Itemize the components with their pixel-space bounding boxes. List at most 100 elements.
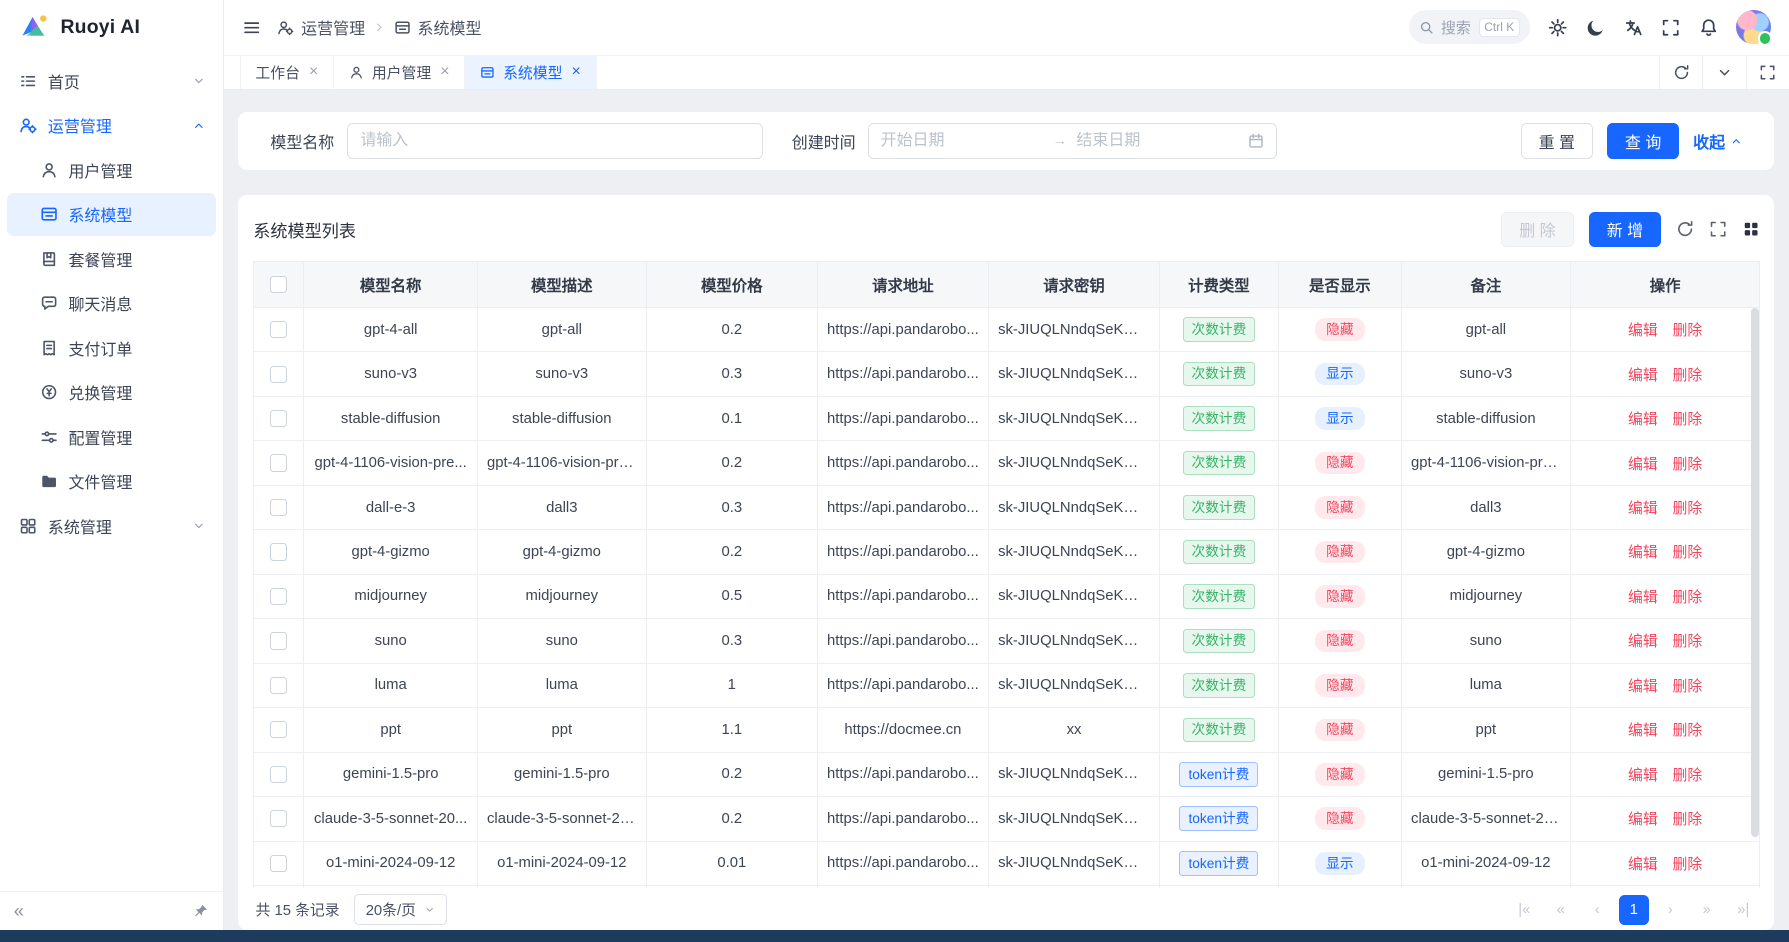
sidebar-item-home[interactable]: 首页 — [7, 59, 216, 102]
close-icon[interactable]: × — [440, 64, 449, 80]
notification-bell-icon[interactable] — [1699, 18, 1718, 37]
delete-link[interactable]: 删除 — [1673, 412, 1703, 428]
sidebar-item-system-model[interactable]: 系统模型 — [7, 193, 216, 236]
add-button[interactable]: 新 增 — [1589, 212, 1662, 247]
delete-link[interactable]: 删除 — [1673, 590, 1703, 606]
sidebar-item-config-management[interactable]: 配置管理 — [7, 415, 216, 458]
billing-type-badge: token计费 — [1179, 806, 1258, 831]
close-icon[interactable]: × — [309, 64, 318, 80]
delete-link[interactable]: 删除 — [1673, 723, 1703, 739]
edit-link[interactable]: 编辑 — [1628, 679, 1658, 695]
edit-link[interactable]: 编辑 — [1628, 501, 1658, 517]
prev-page-button[interactable]: ‹ — [1582, 895, 1612, 925]
sidebar-item-operations[interactable]: 运营管理 — [7, 104, 216, 147]
close-icon[interactable]: × — [572, 64, 581, 80]
request-key-cell: sk-JIUQLNndqSeKWU... — [988, 485, 1159, 529]
fast-next-button[interactable]: » — [1692, 895, 1722, 925]
row-checkbox[interactable] — [270, 499, 287, 516]
sidebar-pin-icon[interactable] — [193, 903, 209, 919]
edit-link[interactable]: 编辑 — [1628, 457, 1658, 473]
breadcrumb-system-model[interactable]: 系统模型 — [394, 15, 482, 39]
delete-link[interactable]: 删除 — [1673, 768, 1703, 784]
sidebar-item-system-management[interactable]: 系统管理 — [7, 504, 216, 547]
fullscreen-icon[interactable] — [1661, 18, 1680, 37]
delete-link[interactable]: 删除 — [1673, 545, 1703, 561]
delete-link[interactable]: 删除 — [1673, 501, 1703, 517]
row-checkbox[interactable] — [270, 588, 287, 605]
row-checkbox[interactable] — [270, 454, 287, 471]
edit-link[interactable]: 编辑 — [1628, 545, 1658, 561]
billing-type-cell: 次数计费 — [1160, 352, 1279, 396]
row-checkbox[interactable] — [270, 410, 287, 427]
column-settings-icon[interactable] — [1742, 220, 1760, 238]
request-url-cell: https://api.pandarobo... — [817, 396, 988, 440]
query-button[interactable]: 查 询 — [1607, 123, 1680, 158]
user-avatar[interactable] — [1736, 10, 1770, 44]
delete-selected-button[interactable]: 删 除 — [1501, 212, 1574, 247]
row-checkbox[interactable] — [270, 543, 287, 560]
breadcrumb-operations[interactable]: 运营管理 — [277, 15, 365, 39]
tab-menu-chevron-icon[interactable] — [1702, 56, 1745, 89]
table-scrollbar[interactable] — [1751, 308, 1759, 883]
model-name-input[interactable] — [347, 123, 763, 158]
app-logo[interactable]: Ruoyi AI — [0, 0, 223, 55]
delete-link[interactable]: 删除 — [1673, 857, 1703, 873]
table-row: suno-v3suno-v30.3https://api.pandarobo..… — [254, 352, 1760, 396]
edit-link[interactable]: 编辑 — [1628, 590, 1658, 606]
global-search[interactable]: 搜索 Ctrl K — [1409, 10, 1530, 44]
tab-user-management[interactable]: 用户管理× — [334, 56, 465, 89]
edit-link[interactable]: 编辑 — [1628, 323, 1658, 339]
table-fullscreen-icon[interactable] — [1709, 220, 1727, 238]
tab-refresh-icon[interactable] — [1659, 56, 1702, 89]
select-all-checkbox[interactable] — [270, 276, 287, 293]
sidebar-item-chat-messages[interactable]: 聊天消息 — [7, 282, 216, 325]
edit-link[interactable]: 编辑 — [1628, 723, 1658, 739]
table-refresh-icon[interactable] — [1676, 220, 1694, 238]
sidebar-item-redeem-management[interactable]: 兑换管理 — [7, 371, 216, 414]
current-page-button[interactable]: 1 — [1619, 895, 1649, 925]
edit-link[interactable]: 编辑 — [1628, 857, 1658, 873]
row-checkbox[interactable] — [270, 632, 287, 649]
delete-link[interactable]: 删除 — [1673, 368, 1703, 384]
next-page-button[interactable]: › — [1655, 895, 1685, 925]
row-checkbox[interactable] — [270, 721, 287, 738]
delete-link[interactable]: 删除 — [1673, 634, 1703, 650]
last-page-button[interactable]: »| — [1728, 895, 1758, 925]
date-range-picker[interactable]: → — [868, 123, 1276, 158]
fast-prev-button[interactable]: « — [1546, 895, 1576, 925]
settings-gear-icon[interactable] — [1548, 18, 1567, 37]
row-checkbox[interactable] — [270, 855, 287, 872]
reset-button[interactable]: 重 置 — [1521, 123, 1594, 158]
scrollbar-thumb[interactable] — [1751, 308, 1759, 837]
tab-content-fullscreen-icon[interactable] — [1746, 56, 1789, 89]
dark-mode-moon-icon[interactable] — [1586, 18, 1605, 37]
tab-system-model[interactable]: 系统模型× — [465, 56, 596, 89]
row-checkbox[interactable] — [270, 810, 287, 827]
delete-link[interactable]: 删除 — [1673, 323, 1703, 339]
delete-link[interactable]: 删除 — [1673, 457, 1703, 473]
delete-link[interactable]: 删除 — [1673, 812, 1703, 828]
sidebar-item-user-management[interactable]: 用户管理 — [7, 148, 216, 191]
sidebar-item-package-management[interactable]: 套餐管理 — [7, 237, 216, 280]
tab-workbench[interactable]: 工作台× — [240, 56, 335, 89]
language-translate-icon[interactable] — [1624, 18, 1643, 37]
row-checkbox[interactable] — [270, 677, 287, 694]
hamburger-menu-icon[interactable] — [242, 18, 261, 37]
sidebar-item-payment-orders[interactable]: 支付订单 — [7, 326, 216, 369]
collapse-filter-link[interactable]: 收起 — [1693, 129, 1742, 153]
edit-link[interactable]: 编辑 — [1628, 634, 1658, 650]
row-checkbox[interactable] — [270, 766, 287, 783]
edit-link[interactable]: 编辑 — [1628, 812, 1658, 828]
edit-link[interactable]: 编辑 — [1628, 412, 1658, 428]
end-date-input[interactable] — [1076, 132, 1239, 150]
row-checkbox[interactable] — [270, 321, 287, 338]
edit-link[interactable]: 编辑 — [1628, 768, 1658, 784]
page-size-select[interactable]: 20条/页 — [354, 894, 446, 925]
delete-link[interactable]: 删除 — [1673, 679, 1703, 695]
edit-link[interactable]: 编辑 — [1628, 368, 1658, 384]
sidebar-collapse-icon[interactable]: « — [14, 900, 24, 922]
sidebar-item-file-management[interactable]: 文件管理 — [7, 460, 216, 503]
row-checkbox[interactable] — [270, 366, 287, 383]
first-page-button[interactable]: |« — [1509, 895, 1539, 925]
start-date-input[interactable] — [881, 132, 1044, 150]
